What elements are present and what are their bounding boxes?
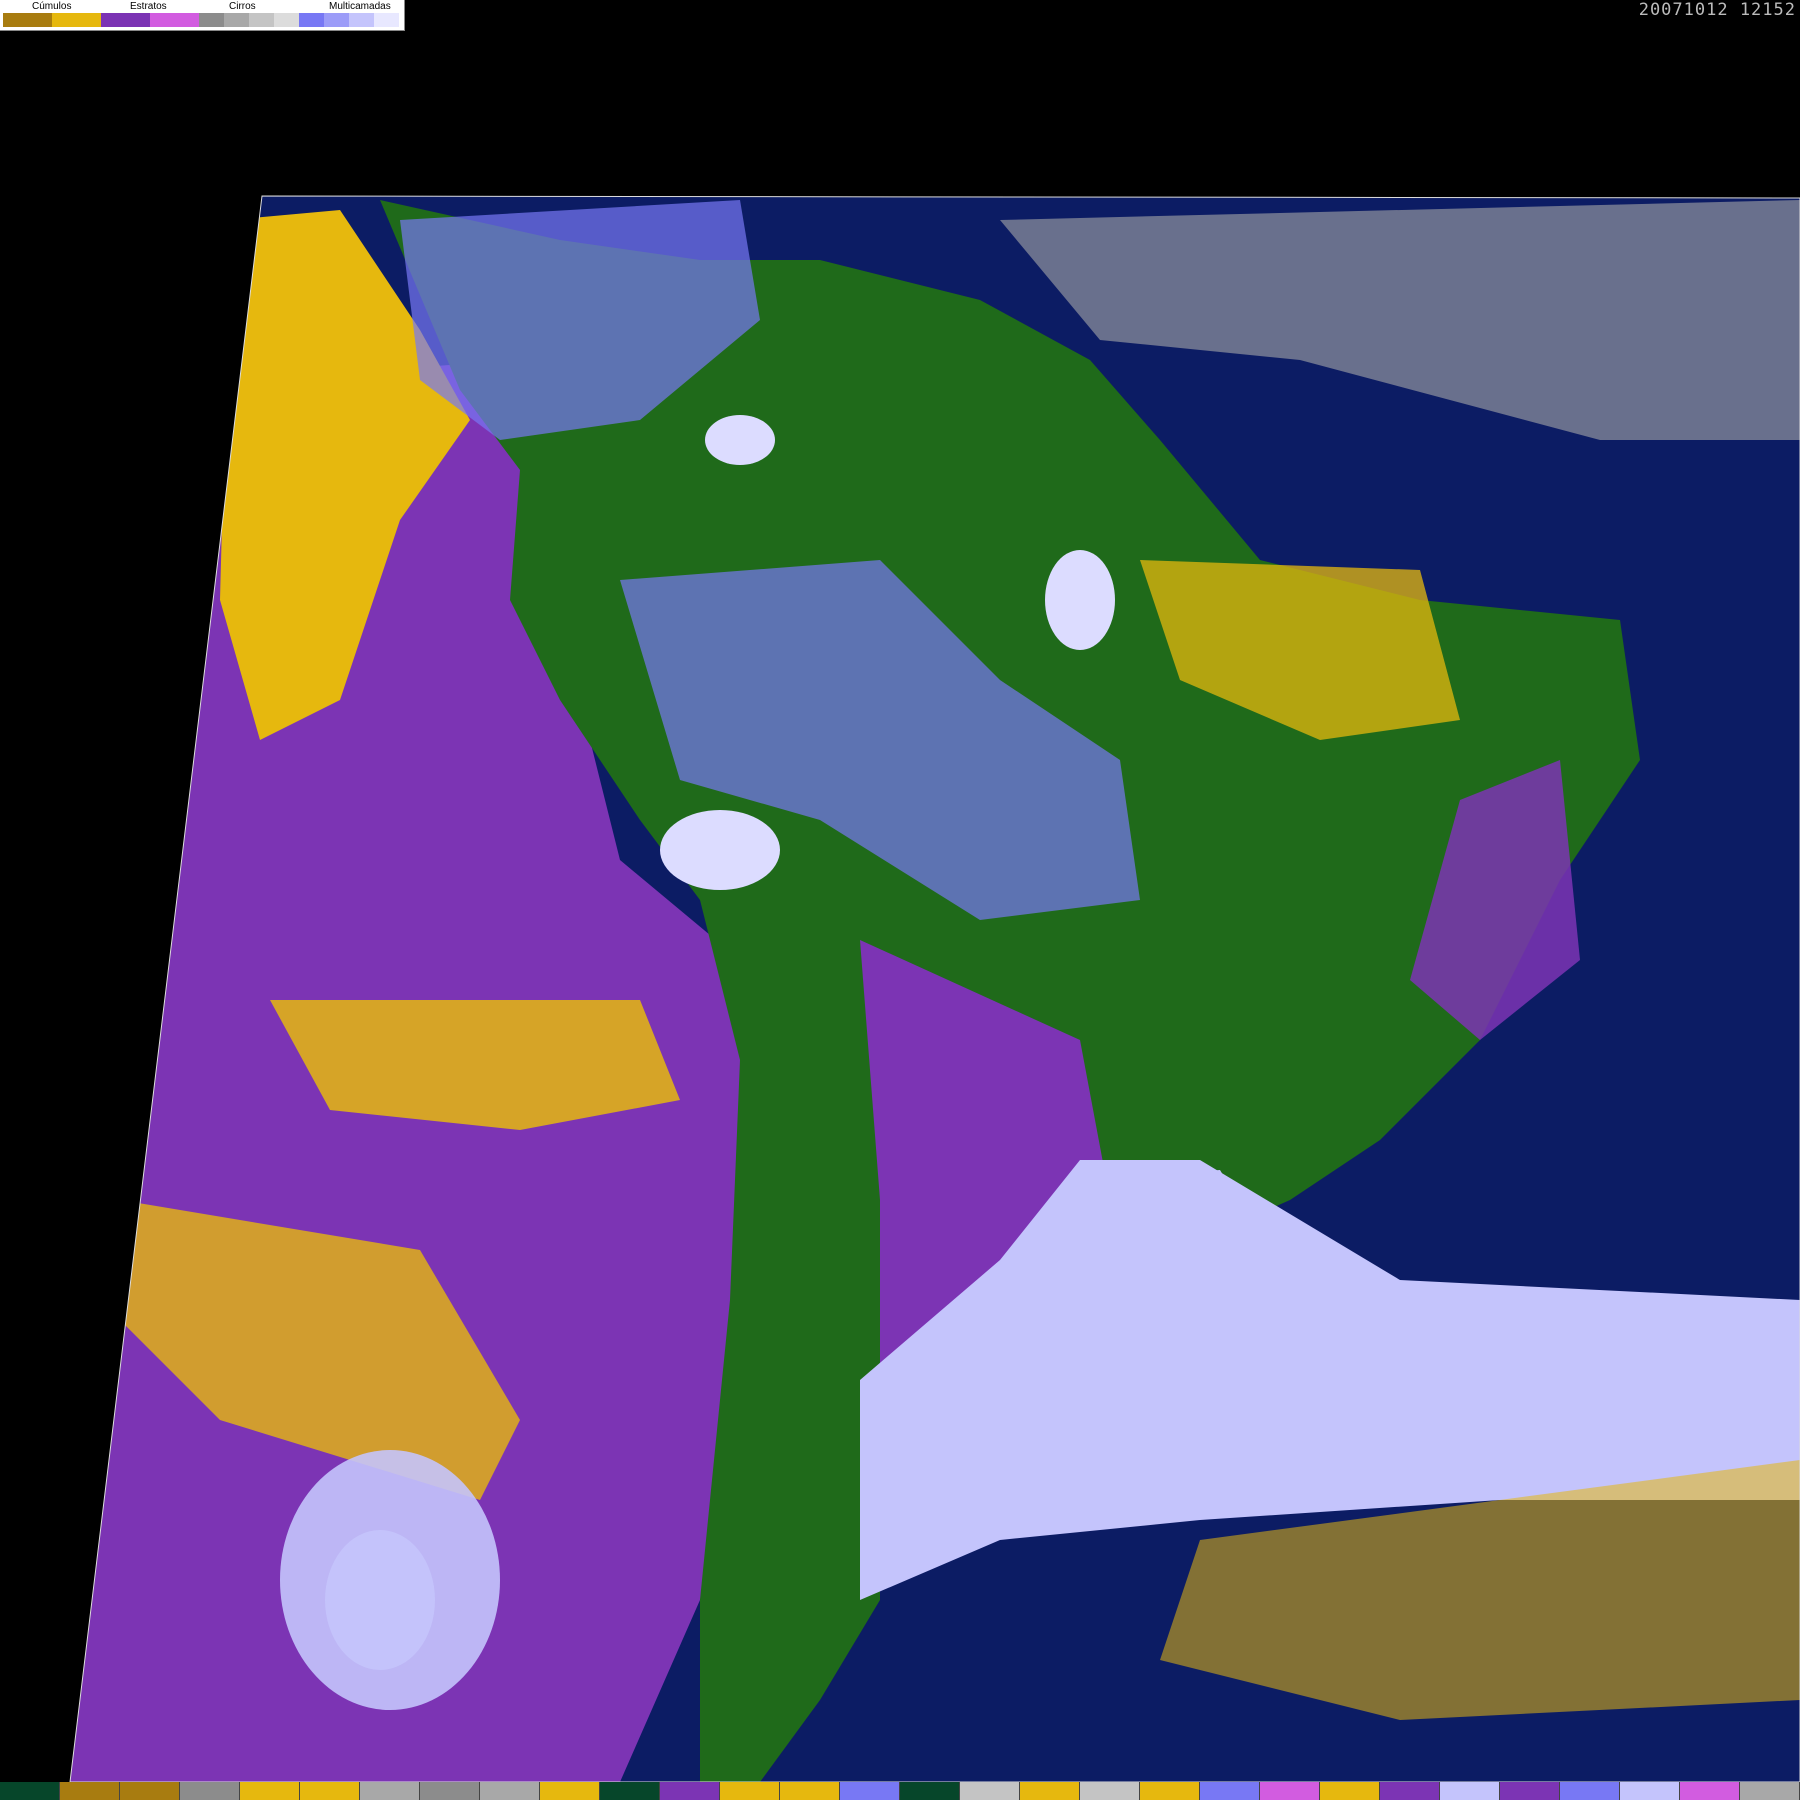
legend-swatch [249, 13, 274, 27]
satellite-cloud-map [69, 195, 1800, 1783]
strip-cell [720, 1782, 780, 1800]
legend-swatch [224, 13, 249, 27]
amazon-convection [1045, 550, 1115, 650]
image-timestamp: 20071012 12152 [1638, 0, 1796, 20]
strip-cell [780, 1782, 840, 1800]
cloud-type-legend: Cúmulos Estratos Cirros Multicamadas [0, 0, 405, 31]
strip-cell [420, 1782, 480, 1800]
strip-cell [360, 1782, 420, 1800]
legend-label: Estratos [130, 1, 167, 12]
strip-cell [1380, 1782, 1440, 1800]
legend-swatch [374, 13, 399, 27]
strip-cell [1140, 1782, 1200, 1800]
legend-swatch [3, 13, 52, 27]
pacific-cyclone-core [325, 1530, 435, 1670]
strip-cell [840, 1782, 900, 1800]
bolivia-convection [660, 810, 780, 890]
strip-cell [240, 1782, 300, 1800]
legend-swatch [324, 13, 349, 27]
legend-swatch [150, 13, 199, 27]
strip-cell [660, 1782, 720, 1800]
strip-cell [120, 1782, 180, 1800]
legend-swatch [274, 13, 299, 27]
strip-cell [1680, 1782, 1740, 1800]
strip-cell [480, 1782, 540, 1800]
strip-cell [300, 1782, 360, 1800]
strip-cell [960, 1782, 1020, 1800]
legend-swatch [52, 13, 101, 27]
legend-swatch [199, 13, 224, 27]
strip-cell [1320, 1782, 1380, 1800]
north-convection [705, 415, 775, 465]
color-index-strip [0, 1782, 1800, 1800]
strip-cell [1560, 1782, 1620, 1800]
strip-cell [0, 1782, 60, 1800]
strip-cell [900, 1782, 960, 1800]
strip-cell [1740, 1782, 1800, 1800]
strip-cell [540, 1782, 600, 1800]
strip-cell [1440, 1782, 1500, 1800]
strip-cell [1200, 1782, 1260, 1800]
strip-cell [60, 1782, 120, 1800]
strip-cell [600, 1782, 660, 1800]
strip-cell [1620, 1782, 1680, 1800]
legend-swatch [349, 13, 374, 27]
legend-swatch [101, 13, 150, 27]
strip-cell [1080, 1782, 1140, 1800]
legend-label: Cirros [229, 1, 256, 12]
strip-cell [1260, 1782, 1320, 1800]
strip-cell [1020, 1782, 1080, 1800]
strip-cell [1500, 1782, 1560, 1800]
legend-label: Cúmulos [32, 1, 72, 12]
legend-label: Multicamadas [329, 1, 391, 12]
strip-cell [180, 1782, 240, 1800]
legend-swatch [299, 13, 324, 27]
